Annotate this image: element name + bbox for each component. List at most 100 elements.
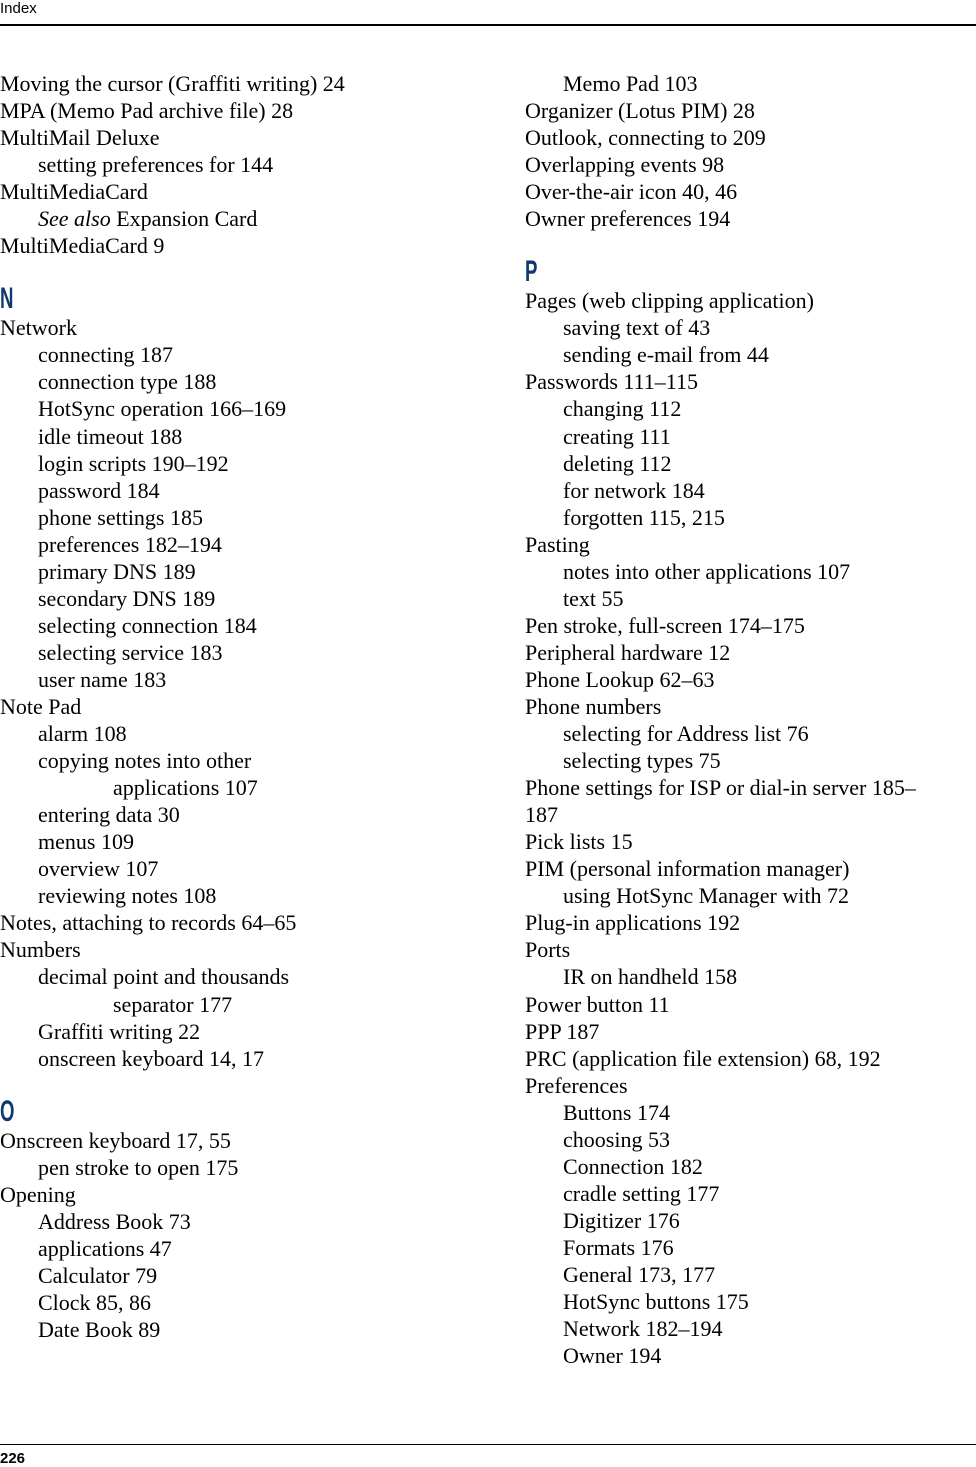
see-also-label: See also — [38, 206, 111, 232]
index-subentry: password 184 — [38, 477, 160, 503]
index-subentry: selecting types 75 — [563, 748, 721, 774]
index-subentry: applications 47 — [38, 1235, 172, 1261]
index-subentry: choosing 53 — [563, 1126, 670, 1152]
index-subentry: text 55 — [563, 585, 624, 611]
index-subentry: secondary DNS 189 — [38, 585, 216, 611]
index-subentry: Clock 85, 86 — [38, 1289, 152, 1315]
index-entry: MultiMediaCard — [0, 179, 148, 205]
index-entry: Preferences — [525, 1072, 628, 1098]
index-entry: Opening — [0, 1181, 76, 1207]
section-letter: N — [0, 282, 14, 316]
index-subentry: using HotSync Manager with 72 — [563, 883, 849, 909]
index-entry: Phone numbers — [525, 693, 662, 719]
index-subentry: alarm 108 — [38, 721, 127, 747]
index-subentry: setting preferences for 144 — [38, 152, 274, 178]
index-subentry: phone settings 185 — [38, 504, 203, 530]
index-entry: Moving the cursor (Graffiti writing) 24 — [0, 71, 345, 96]
index-subentry: sending e-mail from 44 — [563, 342, 769, 368]
running-head: Index — [0, 0, 37, 17]
index-subentry: Address Book 73 — [38, 1208, 191, 1234]
index-entry: Pen stroke, full-screen 174–175 — [525, 612, 805, 638]
index-subentry: notes into other applications 107 — [563, 558, 851, 584]
index-subentry: forgotten 115, 215 — [563, 504, 725, 530]
index-entry: Notes, attaching to records 64–65 — [0, 910, 297, 936]
index-entry: PRC (application file extension) 68, 192 — [525, 1045, 881, 1071]
index-column-left: Moving the cursor (Graffiti writing) 24 M… — [0, 70, 470, 1343]
index-subentry: preferences 182–194 — [38, 531, 222, 557]
index-subentry: deleting 112 — [563, 450, 672, 476]
index-subentry: login scripts 190–192 — [38, 450, 229, 476]
index-entry: Owner preferences 194 — [525, 206, 731, 232]
index-subentry: primary DNS 189 — [38, 558, 196, 584]
index-subentry: decimal point and thousands — [38, 964, 290, 990]
index-subentry: HotSync operation 166–169 — [38, 396, 287, 422]
index-subentry: onscreen keyboard 14, 17 — [38, 1045, 265, 1071]
index-entry: Pick lists 15 — [525, 829, 633, 855]
index-subentry: selecting connection 184 — [38, 612, 257, 638]
index-entry: PIM (personal information manager) — [525, 856, 850, 882]
index-entry: Peripheral hardware 12 — [525, 639, 731, 665]
index-subentry: creating 111 — [563, 423, 671, 449]
index-subentry: pen stroke to open 175 — [38, 1154, 239, 1180]
index-entry: 187 — [525, 802, 558, 828]
footer-rule — [0, 1444, 976, 1445]
index-see-also: See also Expansion Card — [0, 205, 470, 232]
index-subentry: Formats 176 — [563, 1234, 674, 1260]
section-letter: O — [0, 1094, 15, 1128]
section-letter: P — [525, 255, 538, 289]
index-subentry: copying notes into other — [38, 748, 252, 774]
index-subentry: Owner 194 — [563, 1343, 662, 1369]
index-entry: Network — [0, 315, 77, 341]
index-subentry: Graffiti writing 22 — [38, 1018, 201, 1044]
index-subentry: General 173, 177 — [563, 1261, 716, 1287]
index-entry: PPP 187 — [525, 1018, 600, 1044]
index-entry: Passwords 111–115 — [525, 369, 698, 395]
index-entry: MultiMediaCard 9 — [0, 233, 165, 259]
index-subentry: applications 107 — [113, 775, 258, 801]
index-column-right: Memo Pad 103 Organizer (Lotus PIM) 28 Outl… — [525, 70, 976, 1369]
index-subentry: Memo Pad 103 — [563, 71, 698, 96]
index-entry: MPA (Memo Pad archive file) 28 — [0, 98, 294, 124]
page-number: 226 — [0, 1450, 26, 1467]
index-subentry: IR on handheld 158 — [563, 964, 738, 990]
index-subentry: saving text of 43 — [563, 315, 711, 341]
index-subentry: menus 109 — [38, 829, 134, 855]
index-entry: MultiMail Deluxe — [0, 125, 160, 151]
index-subentry: separator 177 — [113, 991, 233, 1017]
index-entry: Outlook, connecting to 209 — [525, 125, 766, 151]
index-entry: Over-the-air icon 40, 46 — [525, 179, 738, 205]
index-entry: Plug-in applications 192 — [525, 910, 741, 936]
index-subentry: idle timeout 188 — [38, 423, 183, 449]
index-entry: Onscreen keyboard 17, 55 — [0, 1127, 231, 1153]
index-subentry: Calculator 79 — [38, 1262, 158, 1288]
index-entry: Power button 11 — [525, 991, 670, 1017]
index-subentry: reviewing notes 108 — [38, 883, 217, 909]
index-subentry: selecting service 183 — [38, 639, 223, 665]
index-subentry: HotSync buttons 175 — [563, 1289, 749, 1315]
see-also-target: Expansion Card — [110, 206, 258, 232]
index-subentry: selecting for Address list 76 — [563, 721, 809, 747]
index-entry: Numbers — [0, 937, 81, 963]
index-entry: Overlapping events 98 — [525, 152, 725, 178]
index-subentry: Buttons 174 — [563, 1099, 670, 1125]
index-subentry: user name 183 — [38, 666, 167, 692]
index-entry: Organizer (Lotus PIM) 28 — [525, 98, 755, 124]
header-rule — [0, 24, 976, 26]
index-subentry: Connection 182 — [563, 1153, 703, 1179]
index-subentry: connecting 187 — [38, 342, 174, 368]
index-subentry: Network 182–194 — [563, 1316, 723, 1342]
index-subentry: changing 112 — [563, 396, 682, 422]
index-entry: Pasting — [525, 531, 590, 557]
index-subentry: cradle setting 177 — [563, 1180, 720, 1206]
index-entry: Phone settings for ISP or dial-in server… — [525, 775, 916, 801]
index-subentry: Digitizer 176 — [563, 1207, 680, 1233]
index-entry: Pages (web clipping application) — [525, 288, 814, 314]
index-entry: Note Pad — [0, 693, 82, 719]
index-subentry: overview 107 — [38, 856, 159, 882]
index-subentry: connection type 188 — [38, 369, 217, 395]
index-subentry: entering data 30 — [38, 802, 180, 828]
index-entry: Ports — [525, 937, 571, 963]
index-entry: Phone Lookup 62–63 — [525, 666, 715, 692]
index-subentry: for network 184 — [563, 477, 705, 503]
index-subentry: Date Book 89 — [38, 1316, 161, 1342]
